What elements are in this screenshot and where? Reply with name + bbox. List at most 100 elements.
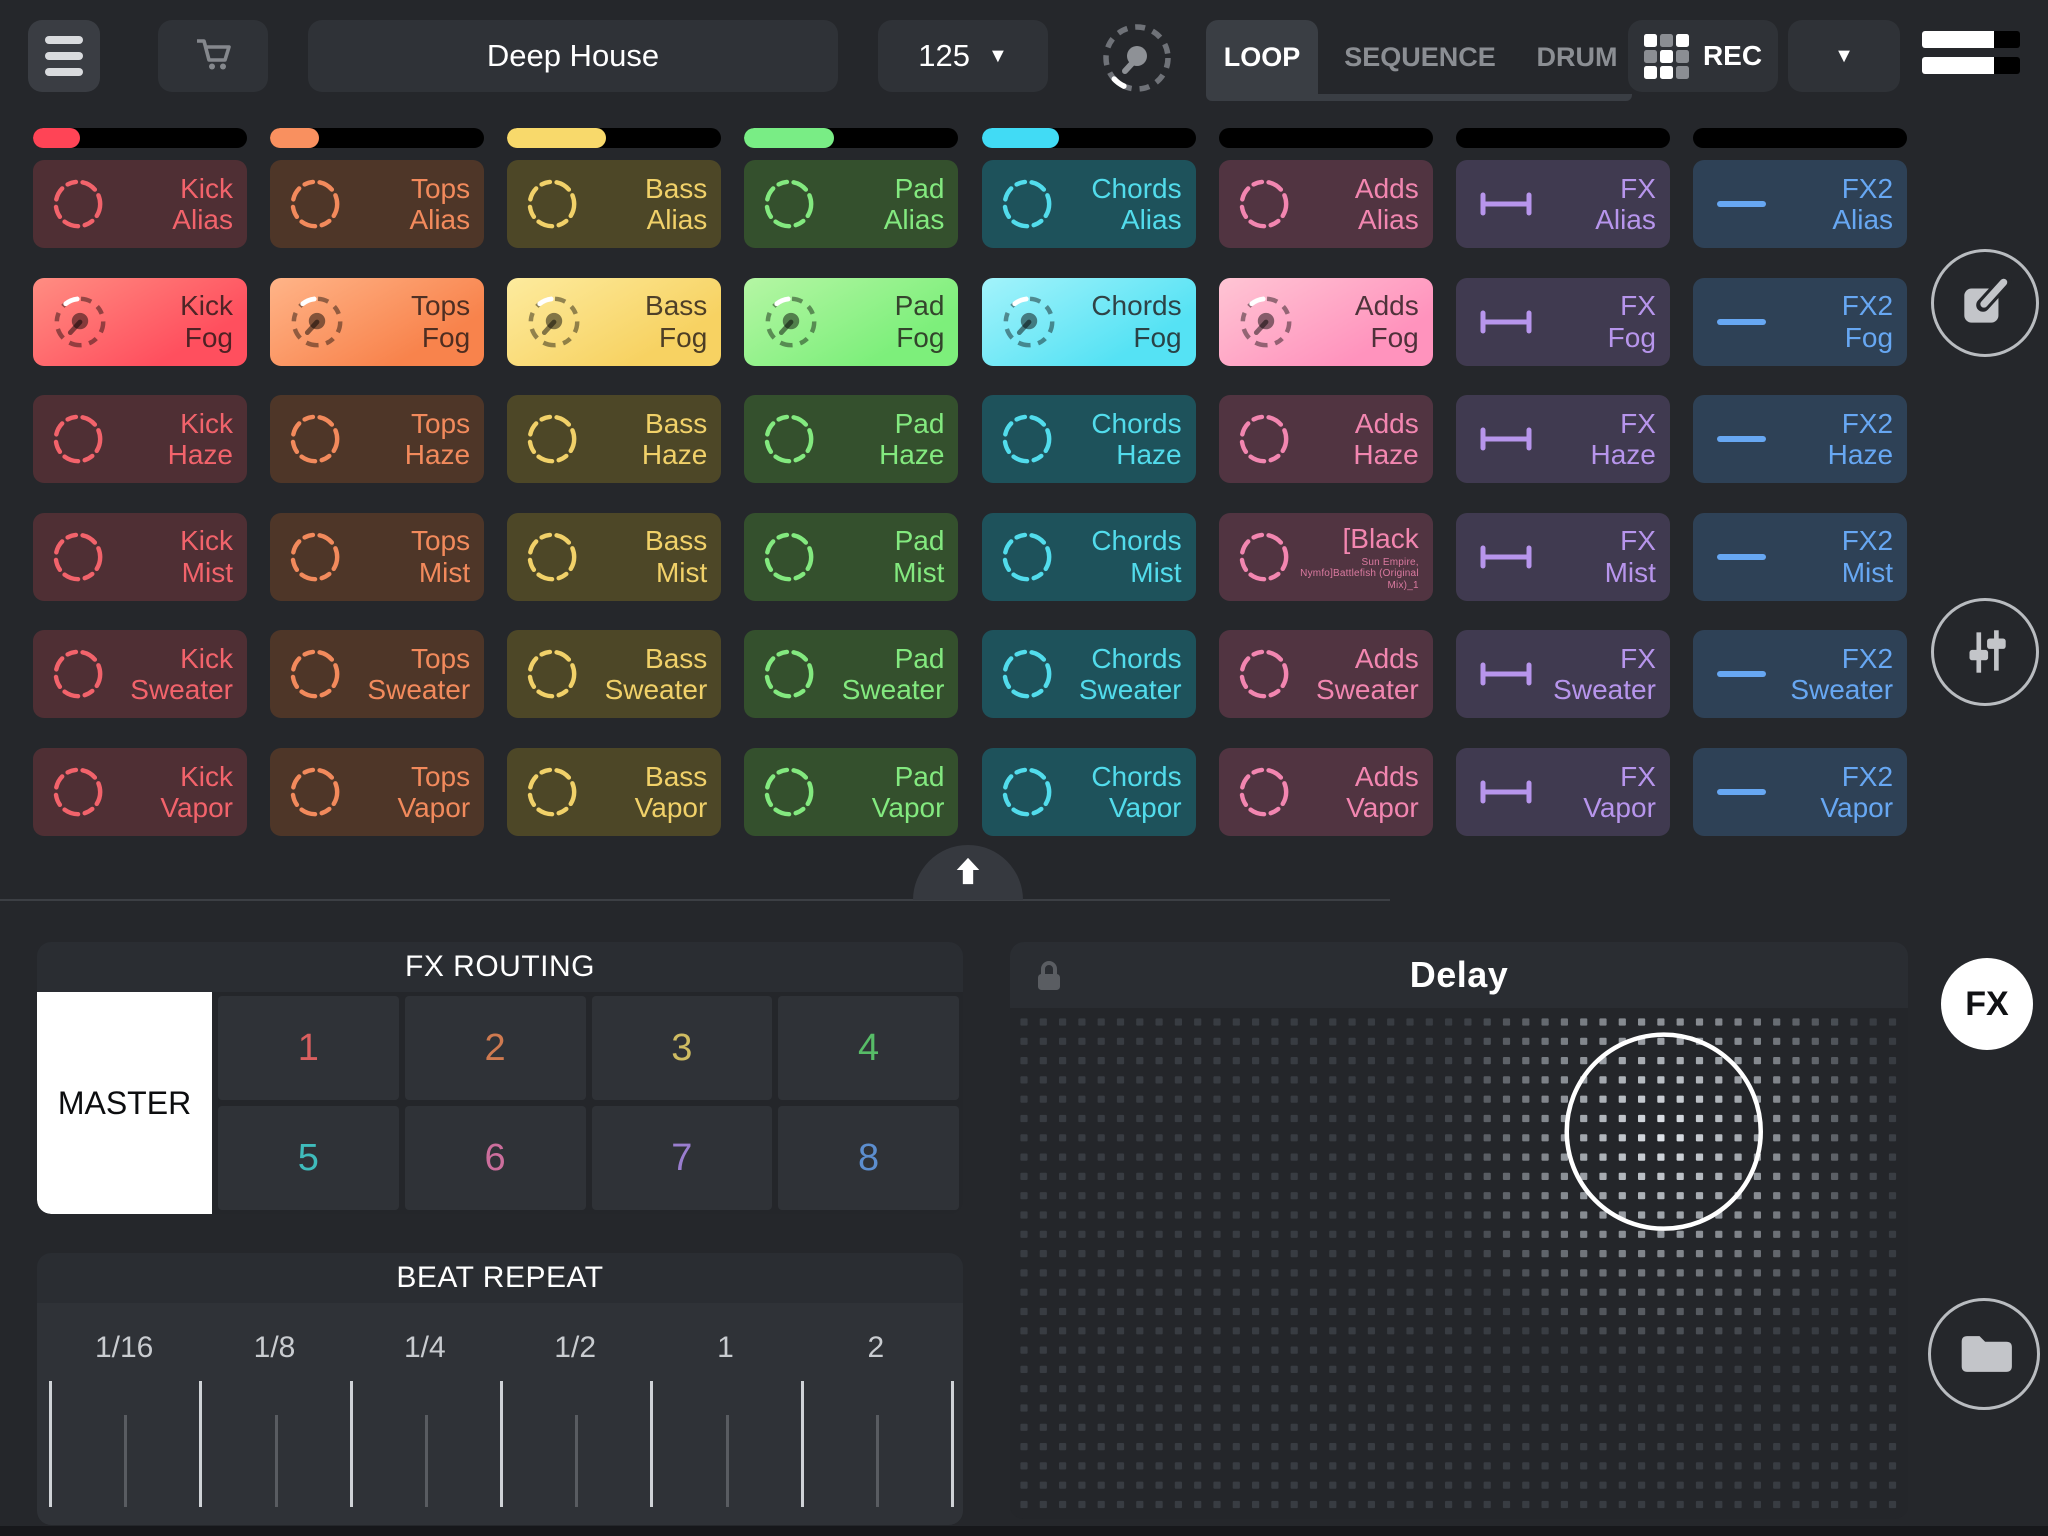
pad-label: Chords Mist [1054, 525, 1182, 588]
pad-bass-mist[interactable]: Bass Mist [507, 513, 721, 601]
pad-fx2-fog[interactable]: FX2 Fog [1693, 278, 1907, 366]
beat-repeat-label: 1/16 [95, 1331, 153, 1365]
mix-settings-button[interactable] [1931, 598, 2039, 706]
store-cart-button[interactable] [158, 20, 268, 92]
pad-pad-sweater[interactable]: Pad Sweater [744, 630, 958, 718]
pad-fx-vapor[interactable]: FX Vapor [1456, 748, 1670, 836]
pad-bass-haze[interactable]: Bass Haze [507, 395, 721, 483]
pad-label: Bass Mist [579, 525, 707, 588]
project-title-button[interactable]: Deep House [308, 20, 838, 92]
fx-routing-slot-7[interactable]: 7 [592, 1106, 773, 1210]
pad-fx-mist[interactable]: FX Mist [1456, 513, 1670, 601]
delay-xy-pad[interactable] [1010, 1008, 1908, 1519]
dashed-circle-icon [288, 765, 342, 819]
pad-chords-mist[interactable]: Chords Mist [982, 513, 1196, 601]
pad-fx2-alias[interactable]: FX2 Alias [1693, 160, 1907, 248]
pad-adds-sweater[interactable]: Adds Sweater [1219, 630, 1433, 718]
pad-tops-haze[interactable]: Tops Haze [270, 395, 484, 483]
knob-icon [1000, 293, 1058, 351]
edit-button[interactable] [1931, 249, 2039, 357]
line-icon [1711, 772, 1775, 812]
pad-label: Pad Sweater [816, 643, 944, 706]
pad-kick-mist[interactable]: Kick Mist [33, 513, 247, 601]
pad-chords-sweater[interactable]: Chords Sweater [982, 630, 1196, 718]
pad-pad-alias[interactable]: Pad Alias [744, 160, 958, 248]
line-icon [1711, 302, 1775, 342]
pad-fx2-haze[interactable]: FX2 Haze [1693, 395, 1907, 483]
pad-pad-vapor[interactable]: Pad Vapor [744, 748, 958, 836]
expand-up-button[interactable] [913, 845, 1023, 900]
column-progress-tops [270, 128, 484, 148]
tab-sequence[interactable]: SEQUENCE [1330, 20, 1510, 94]
pad-adds-haze[interactable]: Adds Haze [1219, 395, 1433, 483]
pad-kick-sweater[interactable]: Kick Sweater [33, 630, 247, 718]
browser-button[interactable] [1928, 1298, 2040, 1410]
pad-label: Kick Vapor [105, 761, 233, 824]
pad-tops-sweater[interactable]: Tops Sweater [270, 630, 484, 718]
pad-tops-alias[interactable]: Tops Alias [270, 160, 484, 248]
pad-label: Bass Alias [579, 173, 707, 236]
pad-kick-vapor[interactable]: Kick Vapor [33, 748, 247, 836]
bottom-edge-strip [0, 1526, 2048, 1536]
pad-chords-fog[interactable]: Chords Fog [982, 278, 1196, 366]
beat-repeat-tick [500, 1381, 503, 1507]
pad-pad-fog[interactable]: Pad Fog [744, 278, 958, 366]
bpm-button[interactable]: 125 ▼ [878, 20, 1048, 92]
pad-tops-mist[interactable]: Tops Mist [270, 513, 484, 601]
pad-fx2-mist[interactable]: FX2 Mist [1693, 513, 1907, 601]
pad-adds-mist[interactable]: [BlackSun Empire, Nymfo]Battlefish (Orig… [1219, 513, 1433, 601]
pad-kick-haze[interactable]: Kick Haze [33, 395, 247, 483]
fx-button[interactable]: FX [1941, 958, 2033, 1050]
pad-fx-fog[interactable]: FX Fog [1456, 278, 1670, 366]
tempo-knob-icon[interactable] [1098, 19, 1176, 97]
tab-drum[interactable]: DRUM [1522, 20, 1632, 94]
beat-repeat-ruler[interactable]: 1/161/81/41/212 [37, 1303, 963, 1525]
column-progress-fx [1456, 128, 1670, 148]
pad-fx-alias[interactable]: FX Alias [1456, 160, 1670, 248]
pad-fx-sweater[interactable]: FX Sweater [1456, 630, 1670, 718]
beat-repeat-title: BEAT REPEAT [37, 1253, 963, 1303]
fx-routing-slot-6[interactable]: 6 [405, 1106, 586, 1210]
pad-fx-haze[interactable]: FX Haze [1456, 395, 1670, 483]
pad-label: Kick Sweater [105, 643, 233, 706]
fx-routing-slot-5[interactable]: 5 [218, 1106, 399, 1210]
pad-adds-fog[interactable]: Adds Fog [1219, 278, 1433, 366]
record-button[interactable]: REC [1628, 20, 1778, 92]
pad-bass-vapor[interactable]: Bass Vapor [507, 748, 721, 836]
pad-fx2-vapor[interactable]: FX2 Vapor [1693, 748, 1907, 836]
pad-kick-alias[interactable]: Kick Alias [33, 160, 247, 248]
tab-loop[interactable]: LOOP [1206, 20, 1318, 94]
pad-label: FX Mist [1538, 525, 1656, 588]
fx-routing-master-button[interactable]: MASTER [37, 992, 212, 1214]
pad-chords-alias[interactable]: Chords Alias [982, 160, 1196, 248]
fx-routing-slot-4[interactable]: 4 [778, 996, 959, 1100]
fx-routing-slot-8[interactable]: 8 [778, 1106, 959, 1210]
pad-fx2-sweater[interactable]: FX2 Sweater [1693, 630, 1907, 718]
fx-routing-slot-3[interactable]: 3 [592, 996, 773, 1100]
fx-routing-slot-1[interactable]: 1 [218, 996, 399, 1100]
pad-bass-sweater[interactable]: Bass Sweater [507, 630, 721, 718]
fx-routing-slot-2[interactable]: 2 [405, 996, 586, 1100]
pad-label: Pad Vapor [816, 761, 944, 824]
pad-bass-fog[interactable]: Bass Fog [507, 278, 721, 366]
pad-chords-vapor[interactable]: Chords Vapor [982, 748, 1196, 836]
line-icon [1711, 654, 1775, 694]
pad-bass-alias[interactable]: Bass Alias [507, 160, 721, 248]
pad-adds-vapor[interactable]: Adds Vapor [1219, 748, 1433, 836]
dashed-circle-icon [288, 647, 342, 701]
mixer-sliders-icon[interactable] [1922, 31, 2020, 74]
column-progress-chords [982, 128, 1196, 148]
lock-icon[interactable] [1032, 956, 1066, 996]
pad-adds-alias[interactable]: Adds Alias [1219, 160, 1433, 248]
menu-button[interactable] [28, 20, 100, 92]
record-options-dropdown[interactable]: ▼ [1788, 20, 1900, 92]
pad-label: Bass Sweater [579, 643, 707, 706]
pad-pad-haze[interactable]: Pad Haze [744, 395, 958, 483]
pad-tops-vapor[interactable]: Tops Vapor [270, 748, 484, 836]
pad-kick-fog[interactable]: Kick Fog [33, 278, 247, 366]
dashed-circle-icon [51, 765, 105, 819]
pad-chords-haze[interactable]: Chords Haze [982, 395, 1196, 483]
pad-tops-fog[interactable]: Tops Fog [270, 278, 484, 366]
pad-pad-mist[interactable]: Pad Mist [744, 513, 958, 601]
column-progress-adds [1219, 128, 1433, 148]
